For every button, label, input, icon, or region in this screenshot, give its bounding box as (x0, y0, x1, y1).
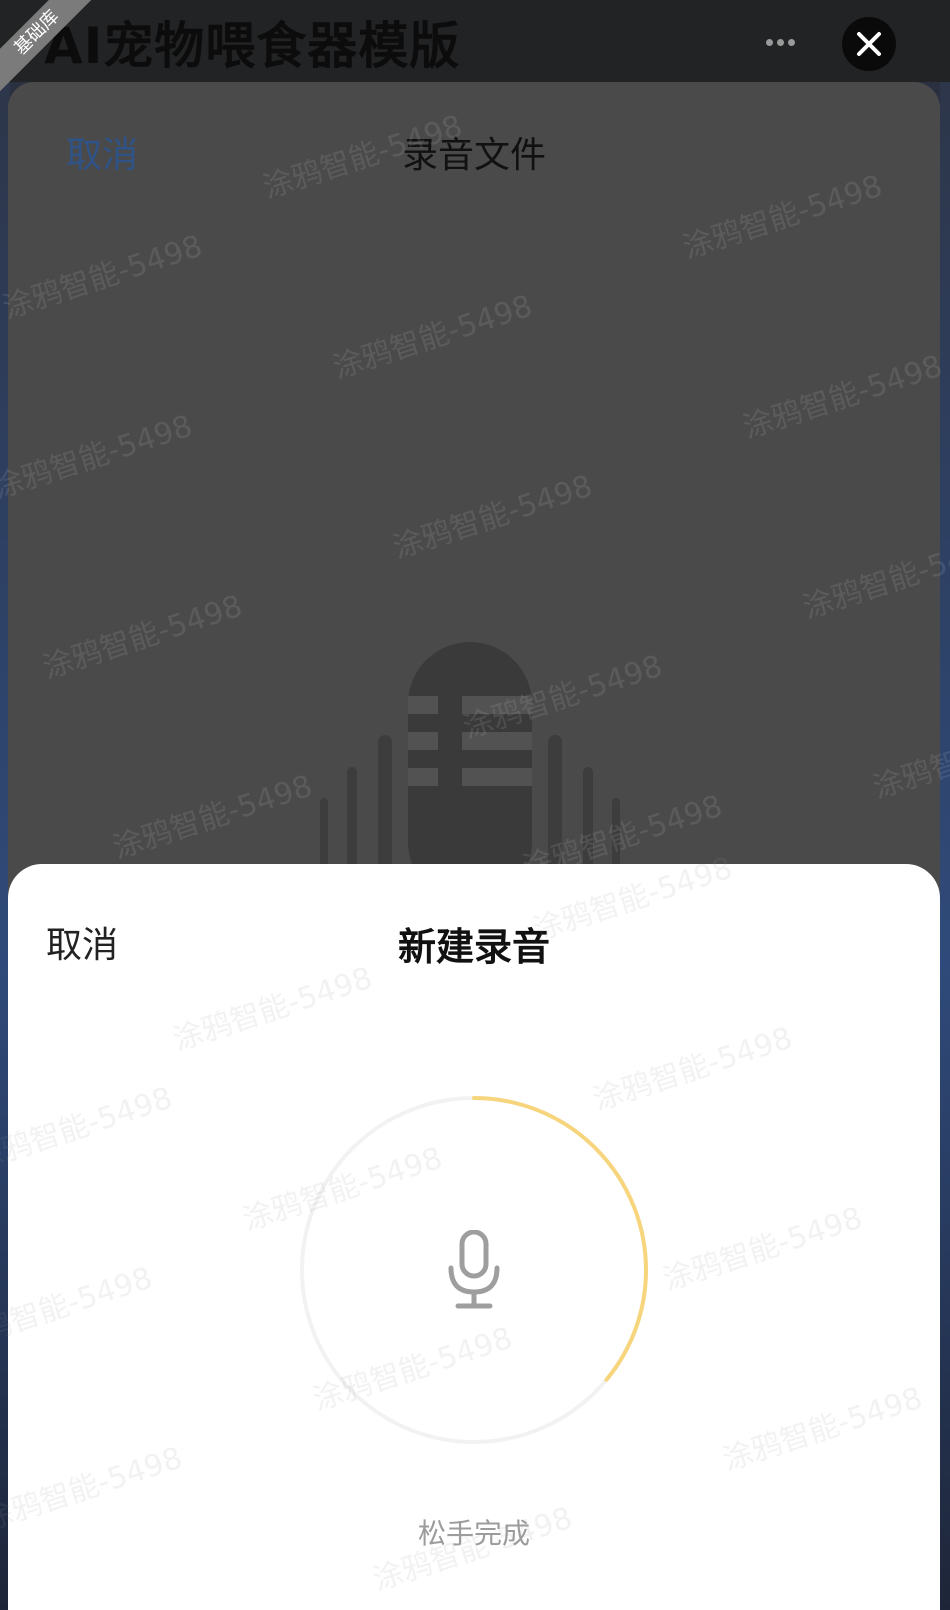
more-dots-icon (765, 38, 773, 46)
close-button[interactable] (842, 17, 896, 71)
release-to-finish-hint: 松手完成 (417, 1517, 530, 1550)
recording-files-title: 录音文件 (401, 135, 546, 176)
watermark: 涂鸦智能-5498 (738, 348, 947, 446)
new-recording-panel: 取消 新建录音 松手完成 涂鸦智能-5498 涂鸦智能-5498 涂鸦智能-54… (0, 851, 940, 1610)
more-button[interactable] (756, 26, 804, 58)
watermark: 涂鸦智能-5498 (388, 468, 597, 566)
watermark: 涂鸦智能-5498 (328, 288, 537, 386)
watermark: 涂鸦智能-5498 (0, 408, 197, 506)
watermark: 涂鸦智能-5498 (0, 1260, 157, 1358)
close-icon (857, 32, 881, 56)
watermark: 涂鸦智能-5498 (0, 1080, 177, 1178)
watermark: 涂鸦智能-5498 (108, 768, 317, 866)
new-recording-title: 新建录音 (397, 925, 550, 969)
more-dot (787, 38, 795, 46)
watermark: 涂鸦智能-5498 (658, 1200, 867, 1298)
microphone-icon (448, 1230, 500, 1309)
app-bar: AI宠物喂食器模版 基础库 (0, 0, 950, 97)
watermark: 涂鸦智能-5498 (798, 528, 950, 626)
app-title: AI宠物喂食器模版 (44, 17, 461, 75)
background-right-edge (940, 0, 950, 1610)
watermark: 涂鸦智能-5498 (38, 588, 247, 686)
watermark: 涂鸦智能-5498 (868, 708, 950, 806)
more-dot (776, 38, 784, 46)
watermark: 涂鸦智能-5498 (718, 1380, 927, 1478)
watermark: 涂鸦智能-5498 (0, 228, 207, 326)
